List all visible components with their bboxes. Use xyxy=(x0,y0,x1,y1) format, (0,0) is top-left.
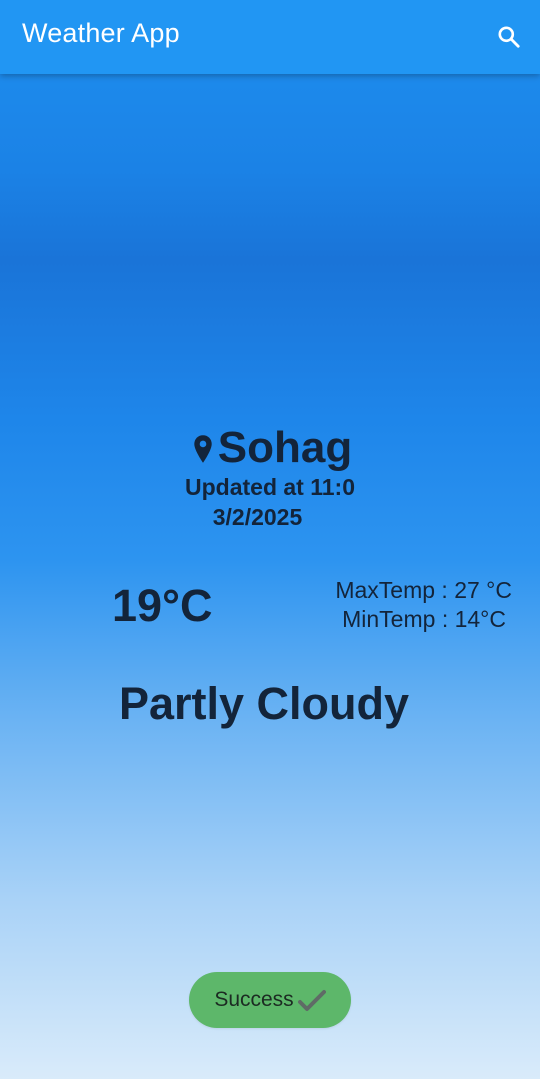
weather-condition: Partly Cloudy xyxy=(118,678,410,729)
search-button[interactable] xyxy=(494,22,524,52)
search-icon xyxy=(498,26,520,48)
min-temperature: MinTemp : 14°C xyxy=(342,606,506,632)
app-title: Weather App xyxy=(22,18,180,48)
temperature-range: MaxTemp : 27 °C MinTemp : 14°C xyxy=(335,576,512,634)
city-name: Sohag xyxy=(217,423,353,472)
weather-content: Sohag Updated at 11:0 3/2/2025 19°C MaxT… xyxy=(0,0,540,1079)
checkmark-icon xyxy=(297,990,326,1011)
toast-label: Success xyxy=(214,988,294,1011)
location-row: Sohag xyxy=(2,420,540,476)
success-toast: Success xyxy=(189,972,351,1028)
app-bar: Weather App xyxy=(0,0,540,74)
max-temperature: MaxTemp : 27 °C xyxy=(335,577,512,603)
updated-date: 3/2/2025 xyxy=(212,504,303,530)
location-pin-icon xyxy=(194,435,212,463)
current-temperature: 19°C xyxy=(112,580,213,631)
updated-time: Updated at 11:0 xyxy=(185,474,355,500)
